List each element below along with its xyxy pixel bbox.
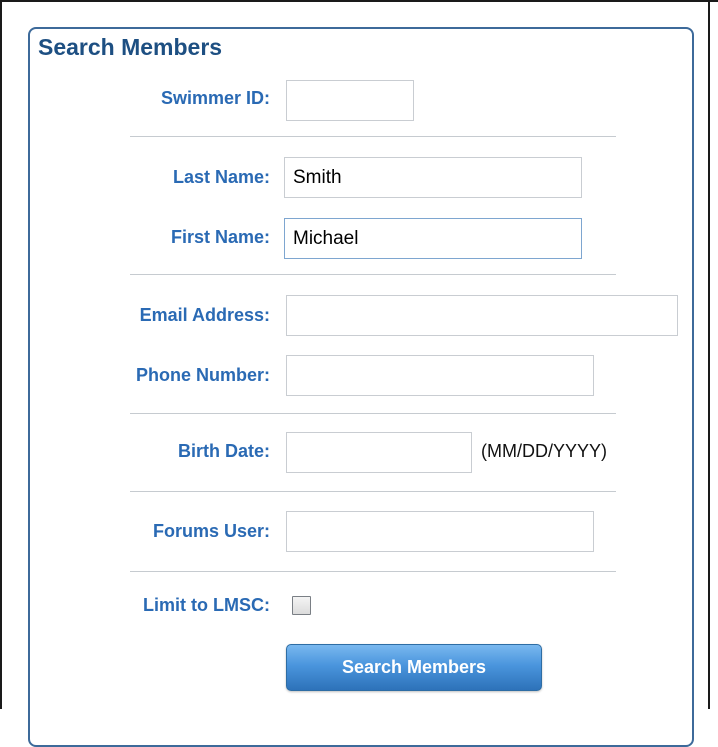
limit-lmsc-checkbox[interactable] <box>292 596 311 615</box>
forums-user-label: Forums User: <box>152 521 270 541</box>
limit-lmsc-label: Limit to LMSC: <box>143 595 270 615</box>
search-members-button[interactable]: Search Members <box>286 644 542 691</box>
forums-user-input[interactable] <box>286 511 594 552</box>
last-name-input[interactable] <box>284 157 582 198</box>
separator <box>130 413 616 414</box>
panel-title: Search Members <box>38 34 223 60</box>
first-name-label: First Name: <box>170 227 270 247</box>
separator <box>130 571 616 572</box>
window-edge-right <box>708 0 710 709</box>
first-name-input[interactable] <box>284 218 582 259</box>
phone-number-input[interactable] <box>286 355 594 396</box>
phone-number-label: Phone Number: <box>135 365 270 385</box>
swimmer-id-input[interactable] <box>286 80 414 121</box>
last-name-label: Last Name: <box>172 167 270 187</box>
email-address-input[interactable] <box>286 295 678 336</box>
window-edge-top <box>0 0 718 2</box>
separator <box>130 274 616 275</box>
birth-date-format-hint: (MM/DD/YYYY) <box>481 441 607 461</box>
swimmer-id-label: Swimmer ID: <box>160 88 270 108</box>
window-edge-left <box>0 0 2 709</box>
birth-date-input[interactable] <box>286 432 472 473</box>
separator <box>130 136 616 137</box>
email-address-label: Email Address: <box>139 305 270 325</box>
birth-date-label: Birth Date: <box>177 441 270 461</box>
separator <box>130 491 616 492</box>
